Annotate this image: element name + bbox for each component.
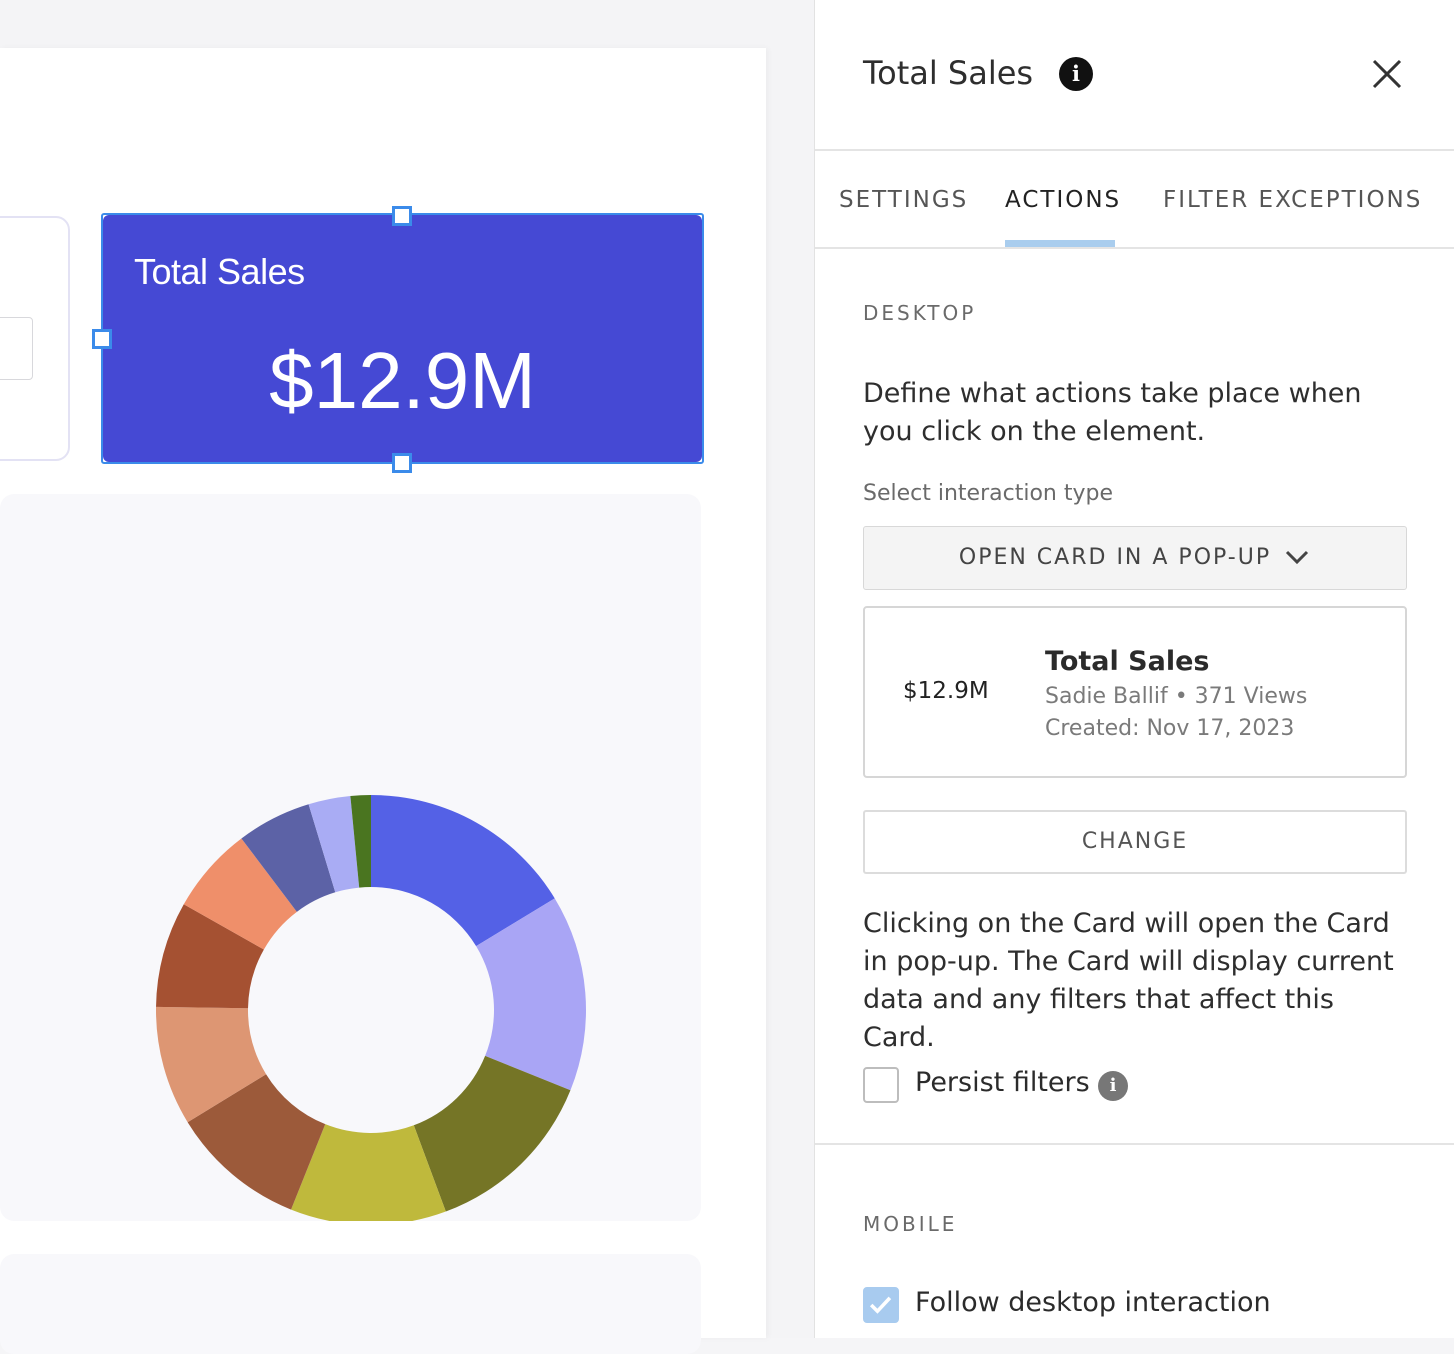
persist-filters-info-icon[interactable]: i <box>1098 1071 1128 1101</box>
desktop-section-label: DESKTOP <box>863 301 977 325</box>
tab-actions[interactable]: ACTIONS <box>1005 187 1121 213</box>
interaction-type-label: Select interaction type <box>863 481 1113 506</box>
total-sales-card[interactable]: Total Sales $12.9M <box>103 215 702 462</box>
sales-card-value: $12.9M <box>269 336 536 425</box>
donut-chart-card[interactable] <box>0 494 701 1221</box>
tab-settings[interactable]: SETTINGS <box>839 187 968 213</box>
preview-card-meta: Sadie Ballif • 371 Views <box>1045 684 1308 709</box>
panel-tabs: SETTINGS ACTIONS FILTER EXCEPTIONS <box>815 151 1454 249</box>
sales-card-title: Total Sales <box>134 251 305 292</box>
panel-header: Total Sales i <box>815 0 1454 151</box>
dashboard-page: Total Sales $12.9M <box>0 48 766 1354</box>
mobile-section-label: MOBILE <box>863 1212 958 1236</box>
resize-handle-left[interactable] <box>92 329 112 349</box>
resize-handle-bottom[interactable] <box>392 453 412 473</box>
partial-card-control[interactable] <box>0 317 33 380</box>
linked-card-preview[interactable]: $12.9M Total Sales Sadie Ballif • 371 Vi… <box>863 606 1407 778</box>
resize-handle-top[interactable] <box>392 206 412 226</box>
donut-chart <box>156 795 586 1221</box>
checkmark-icon <box>869 1296 892 1314</box>
info-icon[interactable]: i <box>1059 57 1093 91</box>
chevron-down-icon <box>1285 550 1309 565</box>
bottom-card[interactable] <box>0 1254 701 1354</box>
preview-card-title: Total Sales <box>1045 646 1210 677</box>
tab-filter-exceptions[interactable]: FILTER EXCEPTIONS <box>1163 187 1422 213</box>
close-icon[interactable] <box>1368 55 1406 93</box>
active-tab-indicator <box>1005 240 1115 247</box>
popup-note: Clicking on the Card will open the Card … <box>863 908 1394 1053</box>
panel-title: Total Sales <box>863 54 1034 92</box>
follow-desktop-label: Follow desktop interaction <box>915 1287 1271 1318</box>
persist-filters-label: Persist filters <box>915 1067 1090 1098</box>
preview-card-value: $12.9M <box>903 678 989 704</box>
desktop-description: Define what actions take place when you … <box>863 378 1362 447</box>
persist-filters-checkbox[interactable] <box>863 1067 899 1103</box>
preview-card-created: Created: Nov 17, 2023 <box>1045 716 1295 741</box>
interaction-type-select[interactable]: OPEN CARD IN A POP-UP <box>863 526 1407 590</box>
dashboard-canvas: Total Sales $12.9M <box>0 0 814 1354</box>
interaction-type-value: OPEN CARD IN A POP-UP <box>958 545 1272 570</box>
section-divider <box>815 1143 1454 1145</box>
card-properties-panel: Total Sales i SETTINGS ACTIONS FILTER EX… <box>814 0 1454 1338</box>
change-button[interactable]: CHANGE <box>863 810 1407 874</box>
follow-desktop-checkbox[interactable] <box>863 1287 899 1323</box>
